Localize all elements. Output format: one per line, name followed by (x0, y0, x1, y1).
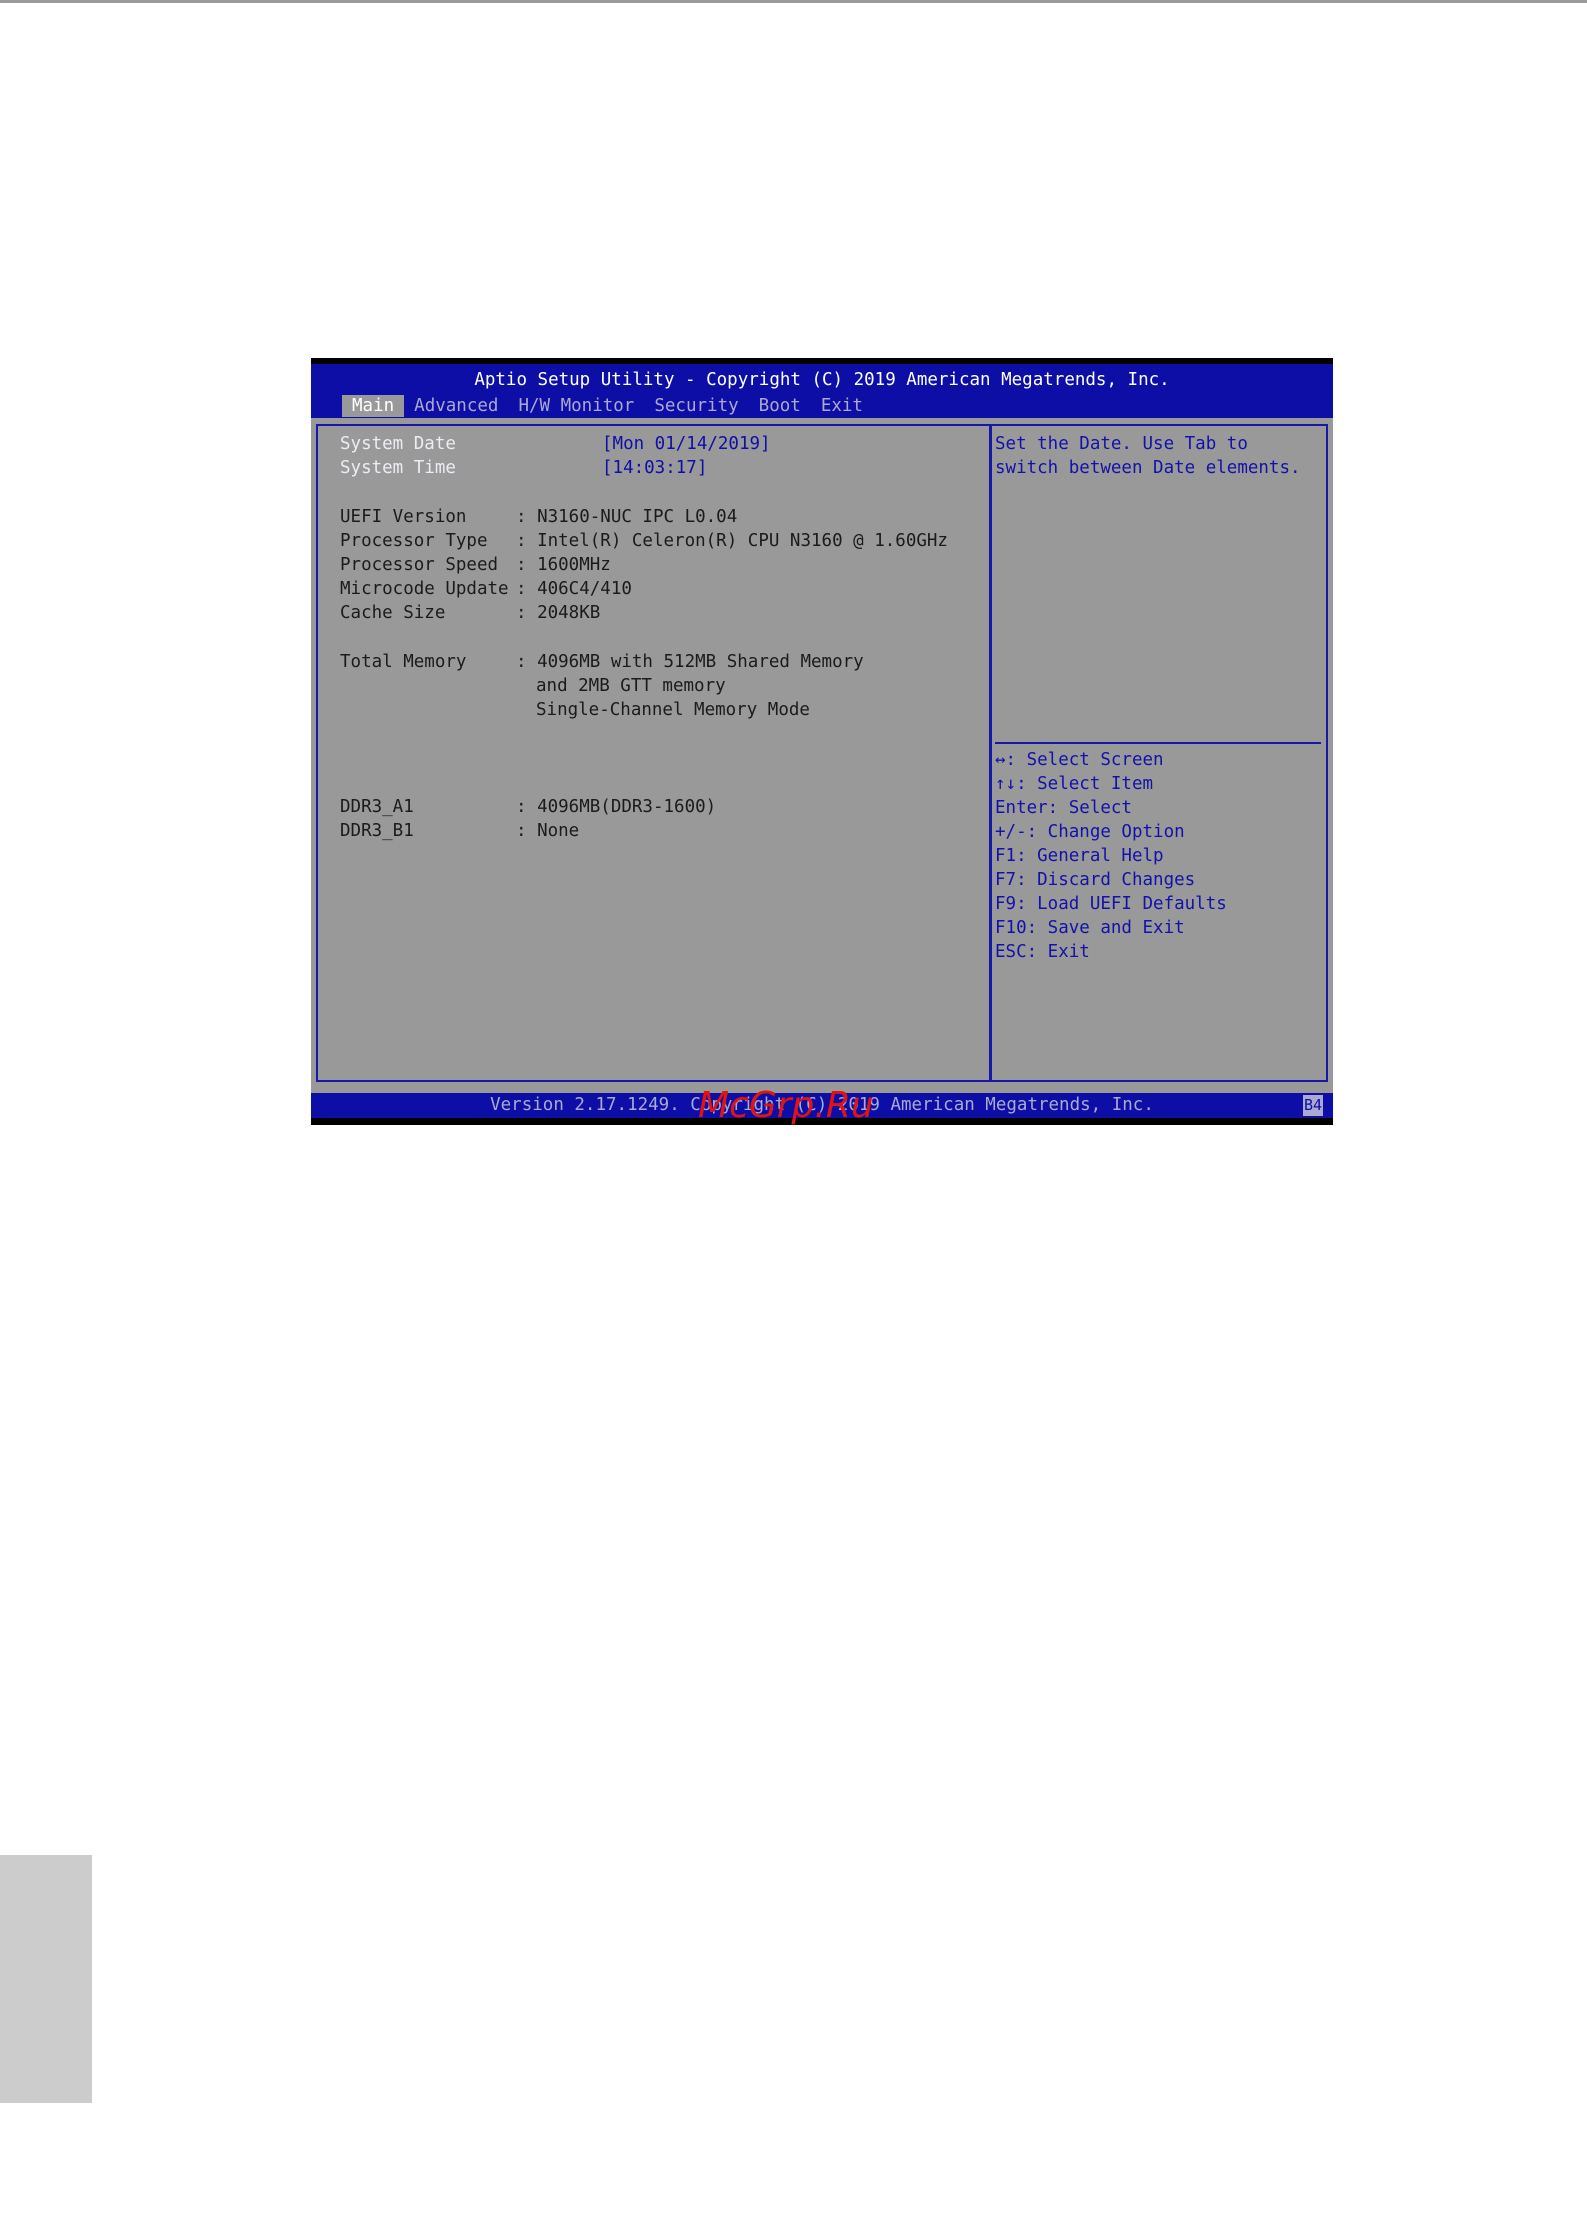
ddr3-a1-label: DDR3_A1 (340, 797, 414, 817)
key-change-option: +/-: Change Option (995, 822, 1185, 842)
total-memory-label: Total Memory (340, 652, 467, 672)
bios-header: Aptio Setup Utility - Copyright (C) 2019… (311, 364, 1333, 418)
key-save-exit: F10: Save and Exit (995, 918, 1185, 938)
total-memory-gtt: and 2MB GTT memory (536, 676, 726, 696)
processor-speed-label: Processor Speed (340, 555, 499, 575)
memory-mode: Single-Channel Memory Mode (536, 700, 810, 720)
uefi-version-value: : N3160-NUC IPC L0.04 (516, 507, 738, 527)
help-description-line: Set the Date. Use Tab to (995, 434, 1248, 454)
page-side-tab (0, 1855, 92, 2103)
cache-size-value: : 2048KB (516, 603, 601, 623)
tab-bar: Main Advanced H/W Monitor Security Boot … (342, 395, 873, 417)
system-time-label[interactable]: System Time (340, 456, 456, 480)
key-load-defaults: F9: Load UEFI Defaults (995, 894, 1227, 914)
tab-exit[interactable]: Exit (811, 395, 873, 417)
key-select-screen: ↔: Select Screen (995, 750, 1164, 770)
key-enter-select: Enter: Select (995, 798, 1132, 818)
bios-body: System Date [Mon 01/14/2019] System Time… (311, 418, 1333, 1111)
ddr3-a1-value: : 4096MB(DDR3-1600) (516, 797, 717, 817)
ddr3-b1-value: : None (516, 821, 580, 841)
tab-main[interactable]: Main (342, 395, 405, 417)
processor-type-value: : Intel(R) Celeron(R) CPU N3160 @ 1.60GH… (516, 531, 948, 551)
bios-screen: Aptio Setup Utility - Copyright (C) 2019… (311, 358, 1333, 1125)
cache-size-label: Cache Size (340, 603, 446, 623)
ddr3-b1-label: DDR3_B1 (340, 821, 414, 841)
key-discard-changes: F7: Discard Changes (995, 870, 1196, 890)
help-description-line: switch between Date elements. (995, 458, 1301, 478)
watermark: McGrp.Ru (698, 1085, 874, 1126)
key-select-item: ↑↓: Select Item (995, 774, 1154, 794)
processor-speed-value: : 1600MHz (516, 555, 611, 575)
uefi-version-label: UEFI Version (340, 507, 467, 527)
microcode-update-value: : 406C4/410 (516, 579, 632, 599)
footer-badge: B4 (1303, 1095, 1323, 1116)
key-esc-exit: ESC: Exit (995, 942, 1090, 962)
key-general-help: F1: General Help (995, 846, 1164, 866)
system-date-label[interactable]: System Date (340, 432, 456, 456)
tab-hw-monitor[interactable]: H/W Monitor (508, 395, 644, 417)
help-pane: Set the Date. Use Tab to switch between … (990, 424, 1328, 1082)
tab-boot[interactable]: Boot (749, 395, 811, 417)
microcode-update-label: Microcode Update (340, 579, 509, 599)
bios-title: Aptio Setup Utility - Copyright (C) 2019… (474, 370, 1170, 390)
main-pane: System Date [Mon 01/14/2019] System Time… (316, 424, 991, 1082)
system-time-value[interactable]: [14:03:17] (602, 456, 707, 480)
processor-type-label: Processor Type (340, 531, 488, 551)
page-top-rule (0, 0, 1587, 3)
total-memory-value: : 4096MB with 512MB Shared Memory (516, 652, 864, 672)
system-date-value[interactable]: [Mon 01/14/2019] (602, 432, 771, 456)
tab-advanced[interactable]: Advanced (404, 395, 508, 417)
help-divider (995, 742, 1321, 744)
tab-security[interactable]: Security (644, 395, 748, 417)
